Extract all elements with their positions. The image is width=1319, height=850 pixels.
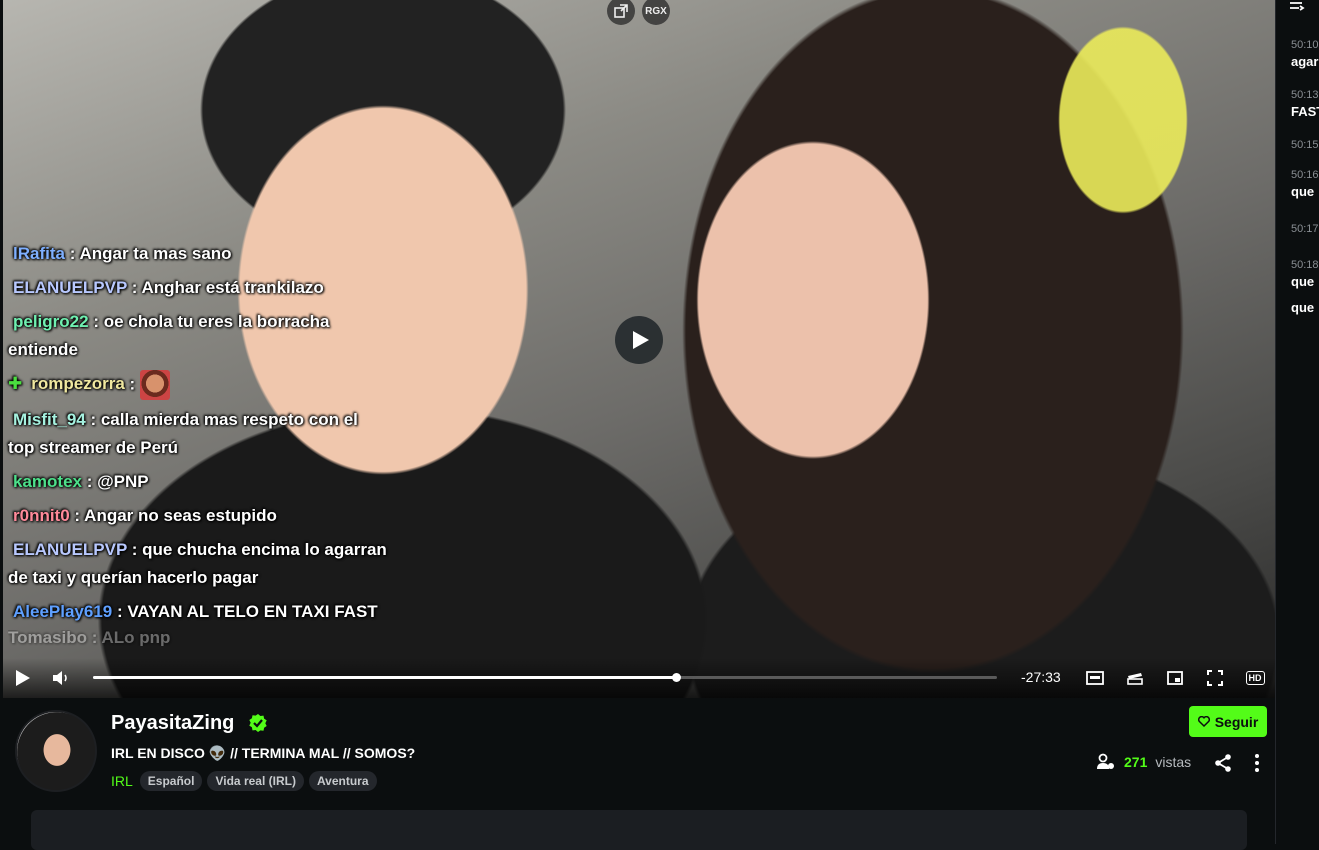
chat-username[interactable]: lRafita	[13, 244, 65, 263]
chat-text: que	[1291, 274, 1315, 289]
category-link[interactable]: IRL	[111, 773, 133, 789]
chat-text: :	[124, 374, 140, 394]
follow-button[interactable]: Seguir	[1189, 706, 1267, 737]
stream-info: PayasitaZing IRL EN DISCO 👽 // TERMINA M…	[0, 698, 1275, 850]
chat-timestamp: 50:17	[1291, 223, 1319, 235]
overlay-chat-message: AleePlay619 : VAYAN AL TELO EN TAXI FAST	[8, 598, 388, 626]
overlay-chat-message: Misfit_94 : calla mierda mas respeto con…	[8, 406, 388, 462]
tag-list: IRL Español Vida real (IRL) Aventura	[111, 771, 377, 791]
side-chat-message: 50:17	[1291, 222, 1319, 236]
chat-timestamp: 50:10	[1291, 39, 1319, 51]
stream-title-part2: // TERMINA MAL // SOMOS?	[226, 745, 416, 761]
stream-title: IRL EN DISCO 👽 // TERMINA MAL // SOMOS?	[111, 745, 415, 762]
chat-timestamp: 50:15	[1291, 139, 1319, 151]
hd-icon: HD	[1245, 671, 1265, 685]
chat-username[interactable]: kamotex	[13, 472, 82, 491]
channel-name[interactable]: PayasitaZing	[111, 712, 234, 735]
play-icon	[633, 331, 649, 349]
volume-icon	[53, 671, 67, 685]
overlay-chat-message: ELANUELPVP : que chucha encima lo agarra…	[8, 536, 388, 592]
share-icon[interactable]	[1213, 753, 1233, 773]
chat-emote-icon	[139, 370, 170, 400]
more-options-icon[interactable]	[1248, 753, 1266, 773]
viewers-icon	[1097, 753, 1114, 769]
overlay-chat-message: r0nnit0 : Angar no seas estupido	[8, 502, 388, 530]
chat-username[interactable]: peligro22	[13, 312, 89, 331]
side-chat-message: que	[1291, 298, 1314, 318]
chat-text: : VAYAN AL TELO EN TAXI FAST	[112, 602, 378, 621]
overlay-chat-message: peligro22 : oe chola tu eres la borracha…	[8, 308, 388, 364]
chat-username[interactable]: ELANUELPVP	[13, 278, 127, 297]
viewer-count: 271 vistas	[1096, 753, 1191, 771]
overlay-chat-message: lRafita : Angar ta mas sano	[8, 240, 388, 268]
viewer-count-value: 271	[1124, 754, 1148, 770]
play-button[interactable]	[12, 667, 34, 689]
chat-text: : Angar ta mas sano	[64, 244, 232, 263]
volume-button[interactable]	[51, 667, 73, 689]
chat-text: que	[1291, 300, 1315, 315]
progress-knob[interactable]	[672, 673, 682, 682]
overlay-chat-message: kamotex : @PNP	[8, 468, 388, 496]
faded-chat-line: Tomasibo : ALo pnp	[8, 630, 171, 646]
stream-title-part1: IRL EN DISCO	[111, 745, 209, 761]
chat-username[interactable]: AleePlay619	[13, 602, 112, 621]
chat-timestamp: 50:18	[1291, 259, 1319, 271]
clip-icon[interactable]	[1124, 667, 1146, 689]
chat-username[interactable]: r0nnit0	[13, 506, 70, 525]
heart-icon	[1197, 716, 1210, 727]
miniplayer-icon[interactable]	[1164, 667, 1186, 689]
verified-icon	[248, 713, 268, 738]
quality-button[interactable]: HD	[1244, 667, 1266, 689]
overlay-chat-message: ✚ rompezorra :	[8, 370, 388, 400]
theater-mode-icon[interactable]	[1084, 667, 1106, 689]
faded-chat-line	[8, 216, 388, 232]
collapse-chat-icon[interactable]	[1290, 0, 1306, 19]
fullscreen-icon[interactable]	[1204, 667, 1226, 689]
play-icon	[16, 670, 30, 686]
chat-username[interactable]: ELANUELPVP	[13, 540, 127, 559]
side-chat-message: 50:16 que	[1291, 168, 1319, 202]
side-chat-message: 50:10 agar	[1291, 38, 1319, 72]
side-chat-message: 50:18 que	[1291, 258, 1319, 292]
chat-text: que	[1291, 184, 1315, 199]
tag-chip[interactable]: Aventura	[308, 771, 377, 791]
overlay-chat-message: ELANUELPVP : Anghar está trankilazo	[8, 274, 388, 302]
time-remaining: -27:33	[1021, 669, 1061, 685]
player-controls: -27:33 HD	[3, 658, 1275, 698]
center-play-button[interactable]	[615, 316, 663, 364]
popout-icon[interactable]	[607, 0, 635, 25]
progress-fill	[93, 676, 677, 679]
content-panel	[31, 810, 1247, 850]
chat-sidebar: 50:10 agar 50:13 FAST 50:15 50:16 que 50:17 50:1…	[1275, 0, 1319, 844]
chat-username[interactable]: Misfit_94	[13, 410, 86, 429]
chat-text: : Angar no seas estupido	[69, 506, 277, 525]
chat-text: : Anghar está trankilazo	[127, 278, 324, 297]
side-chat-message: 50:15	[1291, 138, 1319, 152]
video-player[interactable]: RGX lRafita : Angar ta mas sano ELANUELPV…	[3, 0, 1275, 698]
tag-chip[interactable]: Español	[139, 771, 203, 791]
subscriber-badge-icon: ✚	[8, 374, 23, 394]
chat-text: agar	[1291, 54, 1319, 69]
chat-overlay: lRafita : Angar ta mas sano ELANUELPVP : …	[8, 216, 388, 654]
chat-text: FAST	[1291, 104, 1319, 119]
rgx-badge[interactable]: RGX	[642, 0, 670, 25]
chat-username[interactable]: rompezorra	[31, 374, 125, 393]
progress-bar[interactable]	[93, 673, 997, 682]
alien-emoji-icon: 👽	[208, 745, 227, 761]
side-chat-message: 50:13 FAST	[1291, 88, 1319, 122]
chat-timestamp: 50:16	[1291, 169, 1319, 181]
chat-text: : @PNP	[81, 472, 149, 491]
follow-label: Seguir	[1214, 713, 1259, 730]
viewer-count-label: vistas	[1155, 754, 1192, 770]
tag-chip[interactable]: Vida real (IRL)	[207, 771, 304, 791]
chat-timestamp: 50:13	[1291, 89, 1319, 101]
avatar[interactable]	[15, 710, 97, 792]
